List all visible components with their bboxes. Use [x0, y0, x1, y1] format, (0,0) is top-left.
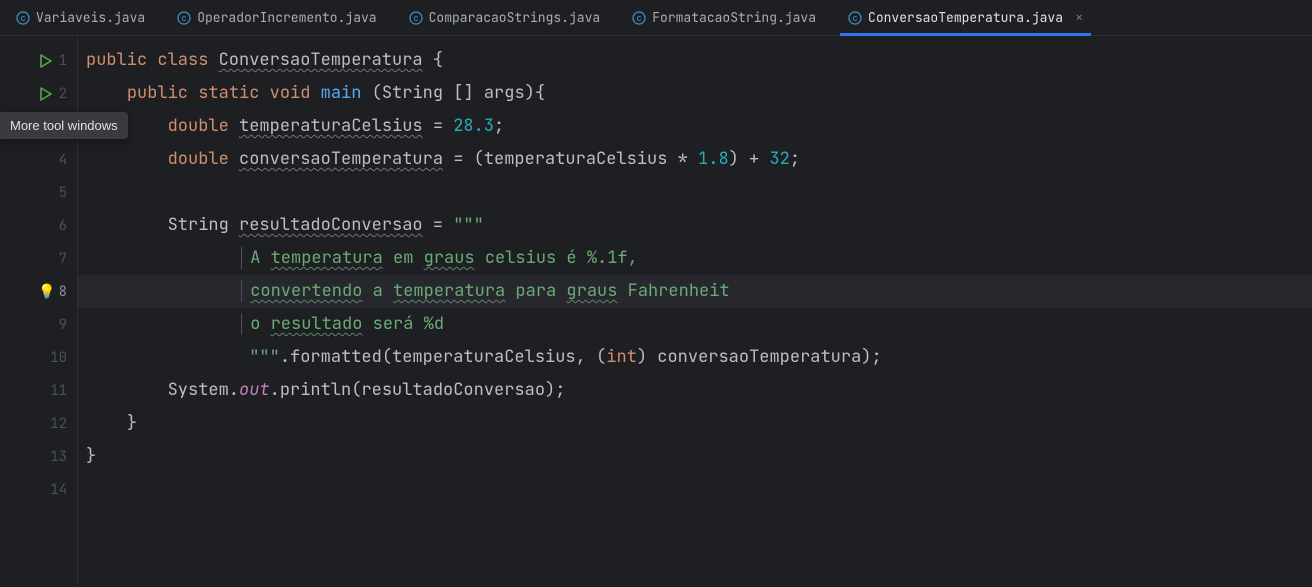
gutter-row[interactable]: 13 — [0, 440, 77, 473]
editor-tabs: c Variaveis.java c OperadorIncremento.ja… — [0, 0, 1312, 36]
line-number: 5 — [59, 184, 67, 202]
line-number: 12 — [50, 415, 67, 433]
code-line[interactable] — [78, 473, 1312, 506]
tooltip-more-tool-windows: More tool windows — [0, 112, 128, 139]
code-line[interactable]: convertendo a temperatura para graus Fah… — [78, 275, 1312, 308]
svg-text:c: c — [637, 13, 642, 23]
java-class-icon: c — [409, 11, 423, 25]
tab-operadorincremento[interactable]: c OperadorIncremento.java — [161, 0, 392, 35]
line-number: 14 — [50, 481, 67, 499]
tab-variaveis[interactable]: c Variaveis.java — [0, 0, 161, 35]
code-area[interactable]: public class ConversaoTemperatura { publ… — [78, 36, 1312, 587]
gutter-row[interactable]: 5 — [0, 176, 77, 209]
run-icon[interactable] — [38, 53, 54, 69]
tab-label: Variaveis.java — [36, 9, 145, 26]
gutter-row[interactable]: 1 — [0, 44, 77, 77]
java-class-icon: c — [632, 11, 646, 25]
tab-comparacaostrings[interactable]: c ComparacaoStrings.java — [393, 0, 617, 35]
tab-label: OperadorIncremento.java — [197, 9, 376, 26]
java-class-icon: c — [177, 11, 191, 25]
code-line[interactable]: double conversaoTemperatura = (temperatu… — [78, 143, 1312, 176]
gutter-row[interactable]: 6 — [0, 209, 77, 242]
code-line[interactable]: public class ConversaoTemperatura { — [78, 44, 1312, 77]
gutter-row[interactable]: 11 — [0, 374, 77, 407]
svg-text:c: c — [853, 13, 858, 23]
code-line[interactable]: public static void main (String [] args)… — [78, 77, 1312, 110]
lightbulb-icon[interactable]: 💡 — [38, 283, 55, 301]
svg-text:c: c — [21, 13, 26, 23]
line-number: 10 — [50, 349, 67, 367]
code-line[interactable]: String resultadoConversao = """ — [78, 209, 1312, 242]
run-icon[interactable] — [38, 86, 54, 102]
code-line[interactable]: """.formatted(temperaturaCelsius, (int) … — [78, 341, 1312, 374]
line-number: 1 — [59, 52, 67, 70]
code-line[interactable]: System.out.println(resultadoConversao); — [78, 374, 1312, 407]
gutter-row[interactable]: 💡 8 — [0, 275, 77, 308]
gutter-row[interactable]: 10 — [0, 341, 77, 374]
code-line[interactable]: A temperatura em graus celsius é %.1f, — [78, 242, 1312, 275]
line-number: 7 — [59, 250, 67, 268]
gutter-row[interactable]: 2 — [0, 77, 77, 110]
gutter-row[interactable]: 12 — [0, 407, 77, 440]
code-line[interactable] — [78, 176, 1312, 209]
line-number: 6 — [59, 217, 67, 235]
code-line[interactable]: } — [78, 407, 1312, 440]
svg-text:c: c — [182, 13, 187, 23]
editor-area: 1 2 3 4 5 6 7 💡 8 9 10 11 12 13 14 publi… — [0, 36, 1312, 587]
line-number: 4 — [59, 151, 67, 169]
java-class-icon: c — [848, 11, 862, 25]
code-line[interactable]: o resultado será %d — [78, 308, 1312, 341]
line-number: 2 — [59, 85, 67, 103]
tab-label: ConversaoTemperatura.java — [868, 9, 1063, 26]
line-number: 8 — [59, 283, 67, 301]
gutter-row[interactable]: 9 — [0, 308, 77, 341]
tab-conversaotemperatura[interactable]: c ConversaoTemperatura.java × — [832, 0, 1099, 35]
java-class-icon: c — [16, 11, 30, 25]
line-number: 13 — [50, 448, 67, 466]
code-line[interactable]: } — [78, 440, 1312, 473]
gutter-row[interactable]: 4 — [0, 143, 77, 176]
svg-text:c: c — [413, 13, 418, 23]
close-icon[interactable]: × — [1075, 9, 1083, 27]
tab-formatacaostring[interactable]: c FormatacaoString.java — [616, 0, 832, 35]
line-number: 9 — [59, 316, 67, 334]
tab-label: FormatacaoString.java — [652, 9, 816, 26]
line-number: 11 — [50, 382, 67, 400]
tab-label: ComparacaoStrings.java — [429, 9, 601, 26]
gutter-row[interactable]: 7 — [0, 242, 77, 275]
gutter-row[interactable]: 14 — [0, 473, 77, 506]
code-line[interactable]: double temperaturaCelsius = 28.3; — [78, 110, 1312, 143]
